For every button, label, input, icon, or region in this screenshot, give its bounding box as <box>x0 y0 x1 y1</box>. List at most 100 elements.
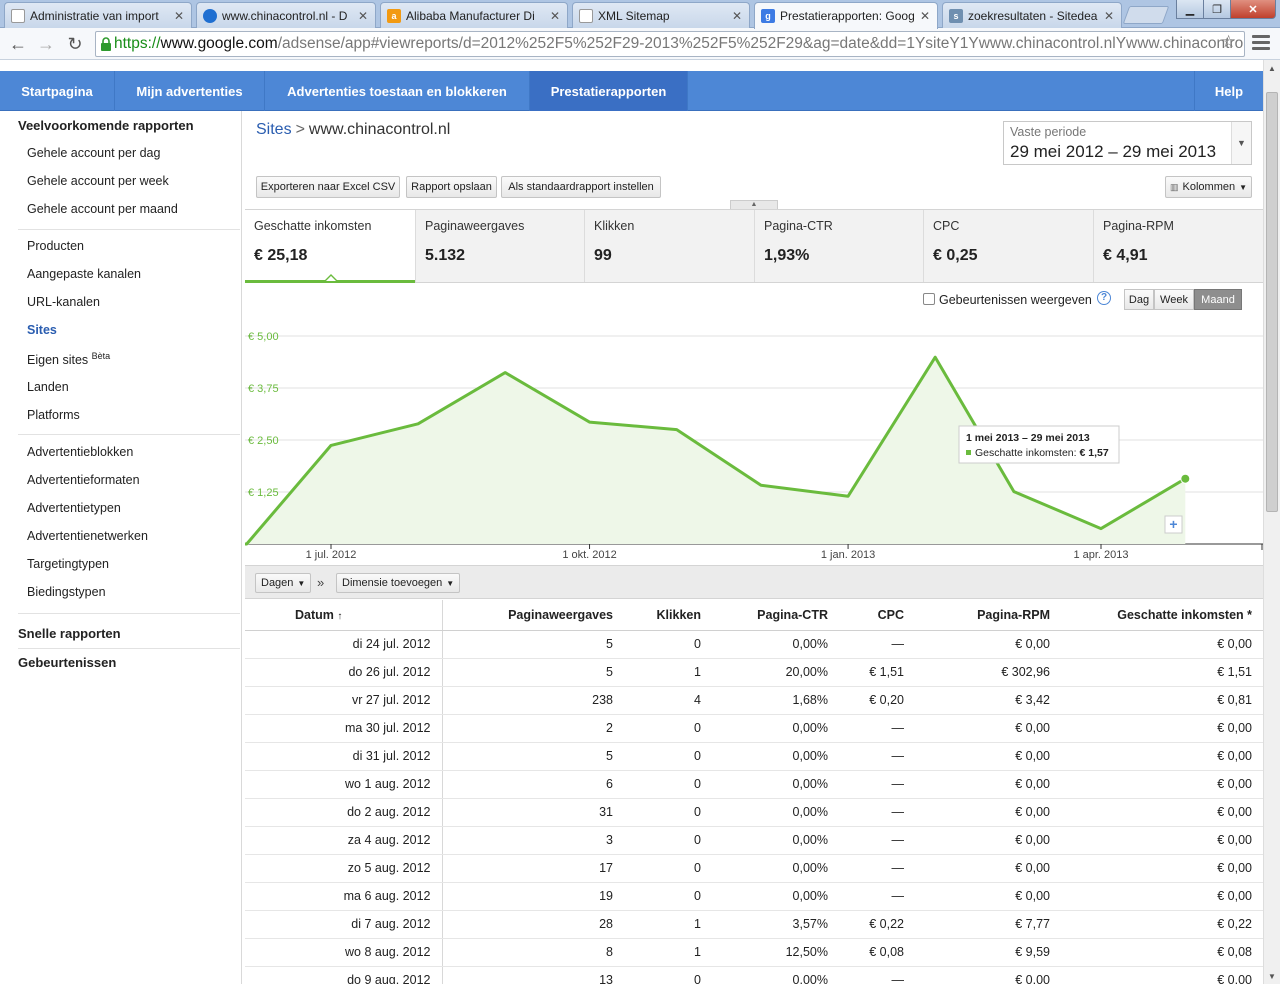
metric-page-rpm[interactable]: Pagina-RPM € 4,91 <box>1094 210 1263 282</box>
cell-rpm: € 9,59 <box>915 938 1061 967</box>
metric-label: Geschatte inkomsten <box>254 219 372 233</box>
column-header-pageviews[interactable]: Paginaweergaves <box>442 600 624 631</box>
menu-icon[interactable] <box>1252 35 1270 53</box>
granularity-week-button[interactable]: Week <box>1154 289 1194 310</box>
cell-ctr: 0,00% <box>712 826 839 855</box>
sidebar-heading-events[interactable]: Gebeurtenissen <box>18 655 116 670</box>
maximize-button[interactable]: ❐ <box>1203 0 1231 19</box>
new-tab-button[interactable] <box>1122 6 1170 24</box>
close-window-button[interactable]: ✕ <box>1230 0 1276 19</box>
granularity-day-button[interactable]: Dag <box>1124 289 1154 310</box>
cell-pageviews: 31 <box>442 798 624 827</box>
reload-icon[interactable]: ↻ <box>63 32 87 56</box>
sidebar-item-eigen-sites[interactable]: Eigen sites Bèta <box>27 351 110 367</box>
sidebar-heading-quick[interactable]: Snelle rapporten <box>18 626 121 641</box>
granularity-month-button[interactable]: Maand <box>1194 289 1242 310</box>
export-csv-button[interactable]: Exporteren naar Excel CSV <box>256 176 400 198</box>
sidebar-item-biedingstypen[interactable]: Biedingstypen <box>27 585 106 599</box>
sidebar-item-account-week[interactable]: Gehele account per week <box>27 174 169 188</box>
cell-pageviews: 17 <box>442 854 624 883</box>
nav-startpagina[interactable]: Startpagina <box>0 71 115 111</box>
metric-label: Klikken <box>594 219 635 233</box>
set-default-report-button[interactable]: Als standaardrapport instellen <box>501 176 661 198</box>
close-icon[interactable]: ✕ <box>549 9 561 23</box>
column-header-ctr[interactable]: Pagina-CTR <box>712 600 839 631</box>
cell-clicks: 1 <box>624 938 712 967</box>
sitedeals-icon: s <box>949 8 963 23</box>
data-point <box>1180 473 1191 484</box>
nav-mijn-advertenties[interactable]: Mijn advertenties <box>115 71 265 111</box>
sidebar-item-platforms[interactable]: Platforms <box>27 408 80 422</box>
cell-earnings: € 0,00 <box>1061 854 1263 883</box>
nav-advertenties-toestaan[interactable]: Advertenties toestaan en blokkeren <box>265 71 530 111</box>
close-icon[interactable]: ✕ <box>919 9 931 23</box>
sidebar-item-landen[interactable]: Landen <box>27 380 69 394</box>
back-arrow-icon[interactable]: ← <box>6 32 30 56</box>
events-checkbox-label[interactable]: Gebeurtenissen weergeven <box>939 293 1092 307</box>
collapse-handle[interactable]: ▲ <box>730 200 778 209</box>
nav-prestatierapporten[interactable]: Prestatierapporten <box>530 71 688 111</box>
close-icon[interactable]: ✕ <box>731 9 743 23</box>
column-header-datum[interactable]: Datum ↑ <box>245 600 443 631</box>
save-report-button[interactable]: Rapport opslaan <box>406 176 497 198</box>
sidebar-item-advertentieblokken[interactable]: Advertentieblokken <box>27 445 133 459</box>
cell-cpc: € 0,08 <box>839 938 915 967</box>
sort-ascending-icon: ↑ <box>337 610 343 622</box>
sidebar-item-advertentieformaten[interactable]: Advertentieformaten <box>27 473 140 487</box>
browser-tab[interactable]: s zoekresultaten - Sitedeal ✕ <box>942 2 1122 28</box>
sidebar-item-account-day[interactable]: Gehele account per dag <box>27 146 160 160</box>
browser-tab[interactable]: www.chinacontrol.nl - D ✕ <box>196 2 376 28</box>
sidebar-item-aangepaste-kanalen[interactable]: Aangepaste kanalen <box>27 267 141 281</box>
vertical-scrollbar[interactable]: ▲ ▼ <box>1263 60 1280 984</box>
scrollbar-thumb[interactable] <box>1266 92 1278 512</box>
metric-cpc[interactable]: CPC € 0,25 <box>924 210 1094 282</box>
forward-arrow-icon[interactable]: → <box>34 32 58 56</box>
columns-button[interactable]: ▥ Kolommen ▼ <box>1165 176 1252 198</box>
cell-earnings: € 1,51 <box>1061 658 1263 687</box>
column-header-cpc[interactable]: CPC <box>839 600 915 631</box>
sidebar-item-producten[interactable]: Producten <box>27 239 84 253</box>
scroll-down-arrow-icon[interactable]: ▼ <box>1264 968 1280 984</box>
browser-tab[interactable]: a Alibaba Manufacturer Di ✕ <box>380 2 568 28</box>
sidebar-item-account-month[interactable]: Gehele account per maand <box>27 202 178 216</box>
sidebar-item-sites[interactable]: Sites <box>27 323 57 337</box>
url-host: www.google.com <box>160 35 278 52</box>
sidebar-item-advertentienetwerken[interactable]: Advertentienetwerken <box>27 529 148 543</box>
column-header-rpm[interactable]: Pagina-RPM <box>915 600 1061 631</box>
table-row: ma 30 jul. 2012 2 0 0,00% — € 0,00 € 0,00 <box>245 714 1263 743</box>
metric-earnings[interactable]: Geschatte inkomsten € 25,18 <box>245 210 416 283</box>
tab-title: Alibaba Manufacturer Di <box>406 8 535 23</box>
help-icon[interactable]: ? <box>1097 291 1111 305</box>
browser-tab[interactable]: XML Sitemap ✕ <box>572 2 750 28</box>
events-checkbox[interactable] <box>923 293 935 305</box>
table-row: do 26 jul. 2012 5 1 20,00% € 1,51 € 302,96 € 1… <box>245 658 1263 687</box>
close-icon[interactable]: ✕ <box>1103 9 1115 23</box>
date-range-picker[interactable]: Vaste periode 29 mei 2012 – 29 mei 2013 … <box>1003 121 1252 165</box>
sidebar-item-advertentietypen[interactable]: Advertentietypen <box>27 501 121 515</box>
metric-page-ctr[interactable]: Pagina-CTR 1,93% <box>755 210 924 282</box>
sidebar-item-targetingtypen[interactable]: Targetingtypen <box>27 557 109 571</box>
group-by-dropdown[interactable]: Dagen ▼ <box>255 573 312 593</box>
add-dimension-dropdown[interactable]: Dimensie toevoegen ▼ <box>336 573 461 593</box>
sidebar-heading-common[interactable]: Veelvoorkomende rapporten <box>18 118 194 133</box>
minimize-button[interactable]: ▁ <box>1176 0 1204 19</box>
metric-pageviews[interactable]: Paginaweergaves 5.132 <box>416 210 585 282</box>
cell-cpc: € 0,20 <box>839 686 915 715</box>
chevron-down-icon[interactable]: ▼ <box>1231 122 1251 164</box>
cell-ctr: 0,00% <box>712 770 839 799</box>
nav-help[interactable]: Help <box>1194 71 1263 111</box>
sidebar-item-url-kanalen[interactable]: URL-kanalen <box>27 295 100 309</box>
table-row: wo 1 aug. 2012 6 0 0,00% — € 0,00 € 0,00 <box>245 770 1263 799</box>
close-icon[interactable]: ✕ <box>357 9 369 23</box>
cell-pageviews: 5 <box>442 630 624 659</box>
close-icon[interactable]: ✕ <box>173 9 185 23</box>
browser-tab-active[interactable]: g Prestatierapporten: Goog ✕ <box>754 2 938 29</box>
browser-tab[interactable]: Administratie van import ✕ <box>4 2 192 28</box>
column-header-earnings[interactable]: Geschatte inkomsten * <box>1061 600 1263 631</box>
metric-clicks[interactable]: Klikken 99 <box>585 210 755 282</box>
bookmark-star-icon[interactable]: ☆ <box>1221 32 1236 52</box>
column-header-clicks[interactable]: Klikken <box>624 600 712 631</box>
breadcrumb-link-sites[interactable]: Sites <box>256 121 292 138</box>
scroll-up-arrow-icon[interactable]: ▲ <box>1264 60 1280 76</box>
address-bar[interactable]: https://www.google.com/adsense/app#viewr… <box>95 31 1245 57</box>
